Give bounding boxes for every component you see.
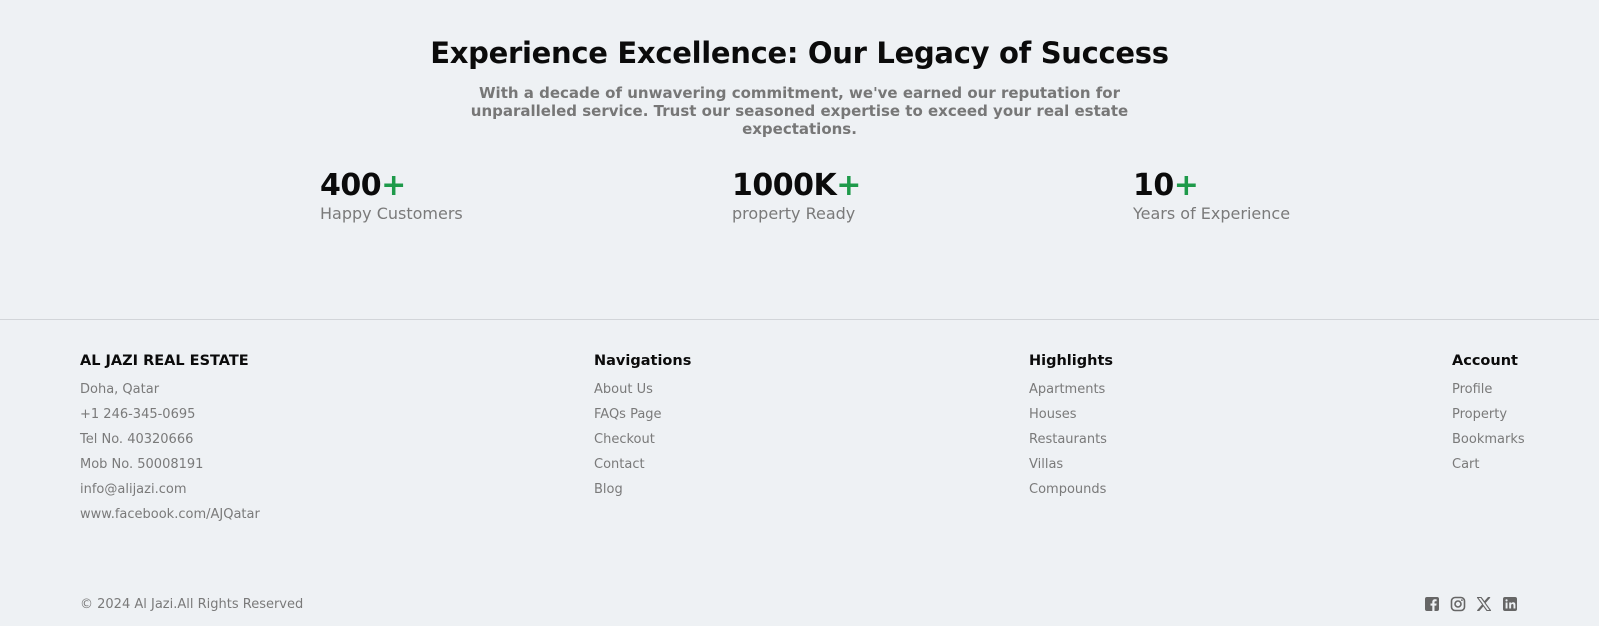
x-icon[interactable] — [1476, 596, 1492, 612]
stat-years-experience: 10+ Years of Experience — [1133, 168, 1290, 223]
facebook-link[interactable]: www.facebook.com/AJQatar — [80, 506, 260, 523]
stat-plus: + — [836, 168, 861, 203]
social-links — [1424, 596, 1518, 612]
highlight-link-villas[interactable]: Villas — [1029, 456, 1113, 473]
account-link-property[interactable]: Property — [1452, 406, 1525, 423]
stats-section: Experience Excellence: Our Legacy of Suc… — [0, 0, 1599, 319]
stat-value: 10+ — [1133, 168, 1290, 204]
account-link-profile[interactable]: Profile — [1452, 381, 1525, 398]
tel-link[interactable]: Tel No. 40320666 — [80, 431, 260, 448]
phone-link[interactable]: +1 246-345-0695 — [80, 406, 260, 423]
nav-link-about[interactable]: About Us — [594, 381, 691, 398]
navigations-heading: Navigations — [594, 353, 692, 369]
account-heading: Account — [1452, 353, 1518, 369]
section-subtitle: With a decade of unwavering commitment, … — [470, 84, 1129, 138]
company-name: AL JAZI REAL ESTATE — [80, 353, 249, 369]
footer-divider — [0, 319, 1599, 320]
stat-label: property Ready — [732, 204, 856, 223]
highlight-link-restaurants[interactable]: Restaurants — [1029, 431, 1113, 448]
stat-number: 1000K — [732, 168, 837, 203]
linkedin-icon[interactable] — [1502, 596, 1518, 612]
instagram-icon[interactable] — [1450, 596, 1466, 612]
address-text: Doha, Qatar — [80, 382, 160, 397]
stat-property-ready: 1000K+ property Ready — [732, 168, 861, 223]
stat-plus: + — [1173, 168, 1199, 203]
copyright-text: © 2024 Al Jazi.All Rights Reserved — [80, 597, 304, 612]
stat-plus: + — [381, 168, 406, 203]
stat-number: 400 — [320, 168, 382, 203]
highlight-link-apartments[interactable]: Apartments — [1029, 381, 1113, 398]
facebook-icon[interactable] — [1424, 596, 1440, 612]
account-link-bookmarks[interactable]: Bookmarks — [1452, 431, 1525, 448]
nav-link-contact[interactable]: Contact — [594, 456, 691, 473]
nav-link-blog[interactable]: Blog — [594, 481, 691, 498]
mobile-link[interactable]: Mob No. 50008191 — [80, 456, 260, 473]
highlights-heading: Highlights — [1029, 353, 1114, 369]
highlight-link-houses[interactable]: Houses — [1029, 406, 1113, 423]
stat-label: Happy Customers — [320, 204, 463, 223]
stat-value: 400+ — [320, 168, 463, 204]
footer-col-company: AL JAZI REAL ESTATE Doha, Qatar +1 246-3… — [80, 353, 260, 523]
email-link[interactable]: info@alijazi.com — [80, 481, 260, 498]
footer-col-navigations: Navigations About Us FAQs Page Checkout … — [594, 353, 691, 498]
stat-number: 10 — [1133, 168, 1174, 203]
account-link-cart[interactable]: Cart — [1452, 456, 1525, 473]
stat-value: 1000K+ — [732, 168, 861, 204]
footer-col-highlights: Highlights Apartments Houses Restaurants… — [1029, 353, 1113, 498]
section-title: Experience Excellence: Our Legacy of Suc… — [430, 36, 1169, 70]
stat-label: Years of Experience — [1133, 204, 1291, 223]
nav-link-checkout[interactable]: Checkout — [594, 431, 691, 448]
stat-happy-customers: 400+ Happy Customers — [320, 168, 463, 223]
footer-col-account: Account Profile Property Bookmarks Cart — [1452, 353, 1525, 473]
nav-link-faqs[interactable]: FAQs Page — [594, 406, 691, 423]
highlight-link-compounds[interactable]: Compounds — [1029, 481, 1113, 498]
